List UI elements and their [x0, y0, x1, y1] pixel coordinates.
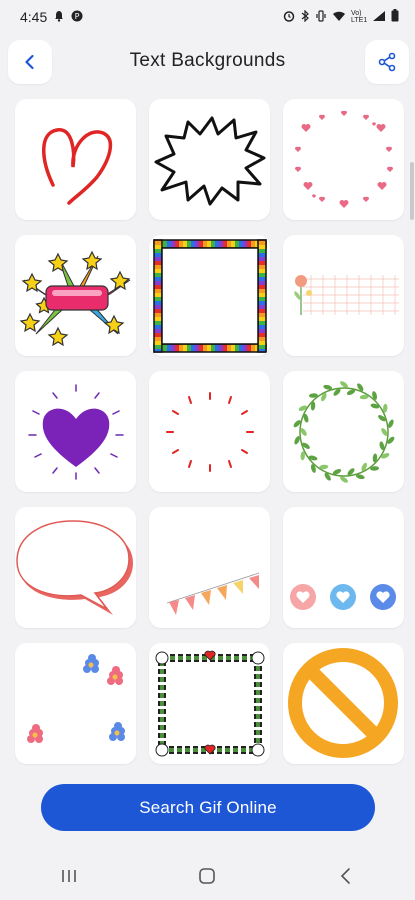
home-button[interactable] — [177, 856, 237, 896]
background-leafy-square-frame[interactable] — [149, 643, 270, 764]
leafy-frame-image — [155, 650, 264, 756]
back-nav-icon — [340, 868, 350, 884]
rainbow-frame-image — [152, 238, 267, 353]
alarm-icon — [283, 10, 295, 25]
background-flower-grid-paper[interactable] — [283, 235, 404, 356]
share-icon — [378, 52, 396, 72]
heart-circles-image — [290, 584, 396, 610]
background-rainbow-square-frame[interactable] — [149, 235, 270, 356]
header: Text Backgrounds — [0, 38, 415, 86]
wreath-leaf — [298, 404, 307, 411]
search-gif-online-button[interactable]: Search Gif Online — [41, 784, 375, 831]
home-icon — [199, 868, 216, 884]
wifi-icon — [332, 10, 346, 25]
battery-icon — [391, 9, 399, 25]
background-pink-hearts-circle[interactable] — [283, 99, 404, 220]
back-nav-button[interactable] — [316, 856, 376, 896]
flowers-image — [27, 654, 125, 743]
signal-icon — [372, 10, 386, 25]
burst-outline-image — [154, 116, 265, 205]
purple-heart-image — [27, 383, 124, 480]
share-button[interactable] — [365, 40, 409, 84]
background-red-heart-scribble[interactable] — [15, 99, 136, 220]
background-purple-heart-rays[interactable] — [15, 371, 136, 492]
status-time: 4:45 — [20, 9, 48, 25]
navigation-bar — [0, 852, 415, 900]
wreath-leaf — [360, 462, 367, 471]
speech-bubble-image — [16, 519, 133, 615]
bluetooth-icon — [300, 9, 310, 25]
flower-grid-image — [294, 275, 399, 315]
backgrounds-grid — [15, 99, 407, 767]
status-bar: 4:45 P Vo) LTE1 — [0, 0, 415, 34]
wreath-leaf — [380, 452, 389, 459]
app-icon: P — [71, 10, 83, 25]
background-black-burst-outline[interactable] — [149, 99, 270, 220]
background-red-dash-circle[interactable] — [149, 371, 270, 492]
svg-text:P: P — [75, 12, 80, 21]
scrollbar[interactable] — [410, 162, 414, 220]
stars-banner-image — [19, 250, 130, 346]
background-green-leaf-wreath[interactable] — [283, 371, 404, 492]
dash-circle-image — [165, 391, 254, 472]
no-sign-image — [288, 648, 398, 758]
recent-apps-button[interactable] — [39, 856, 99, 896]
heart-scribble-image — [41, 127, 112, 205]
vibrate-icon — [315, 9, 327, 25]
bunting-image — [166, 572, 260, 615]
recent-apps-icon — [62, 870, 76, 882]
network-label: Vo) LTE1 — [351, 10, 368, 24]
wreath-leaf — [320, 392, 327, 401]
background-speech-bubble-red[interactable] — [15, 507, 136, 628]
background-pennant-bunting[interactable] — [149, 507, 270, 628]
background-scattered-flowers[interactable] — [15, 643, 136, 764]
hearts-circle-image — [294, 110, 393, 208]
background-orange-no-sign[interactable] — [283, 643, 404, 764]
background-three-heart-circles[interactable] — [283, 507, 404, 628]
leaf-wreath-image — [293, 380, 394, 483]
background-stars-banner-burst[interactable] — [15, 235, 136, 356]
page-title: Text Backgrounds — [129, 50, 286, 71]
notification-icon — [53, 10, 65, 25]
